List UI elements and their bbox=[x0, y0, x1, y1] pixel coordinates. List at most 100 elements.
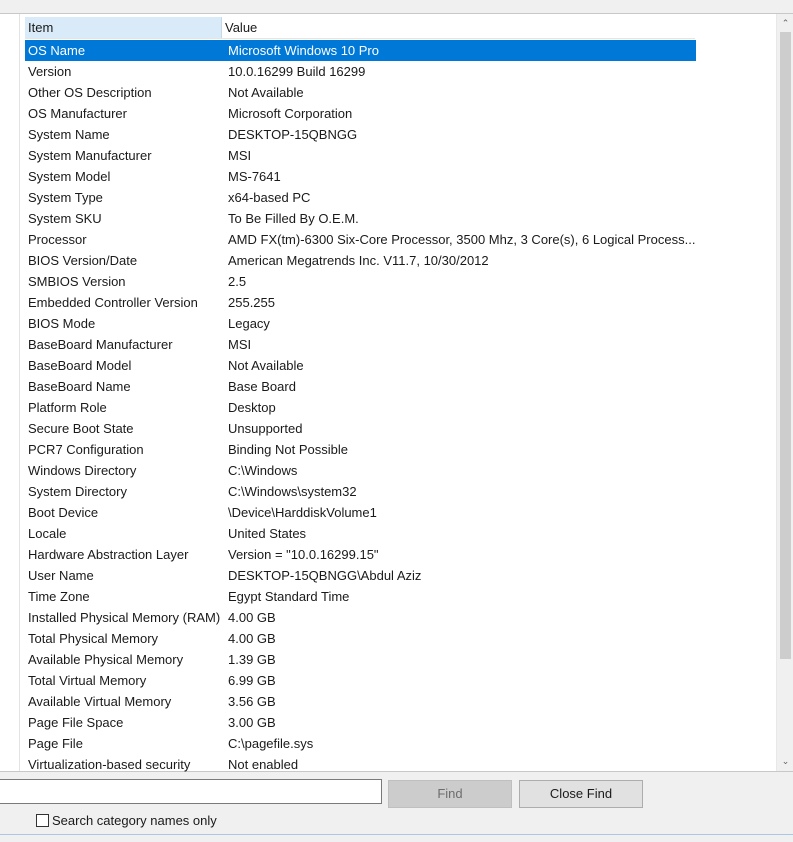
row-value-cell: MSI bbox=[228, 148, 252, 163]
column-header-item[interactable]: Item bbox=[25, 17, 222, 38]
table-row[interactable]: Total Physical Memory 4.00 GB bbox=[25, 628, 696, 649]
table-row[interactable]: Hardware Abstraction Layer Version = "10.… bbox=[25, 544, 696, 565]
row-item-cell: BaseBoard Name bbox=[28, 379, 131, 394]
row-value-cell: 6.99 GB bbox=[228, 673, 276, 688]
row-item-cell: Processor bbox=[28, 232, 87, 247]
close-find-button[interactable]: Close Find bbox=[519, 780, 643, 808]
row-item-cell: System SKU bbox=[28, 211, 102, 226]
table-row[interactable]: Virtualization-based security Not enabled bbox=[25, 754, 696, 775]
table-row[interactable]: Boot Device \Device\HarddiskVolume1 bbox=[25, 502, 696, 523]
search-category-names-label: Search category names only bbox=[52, 812, 217, 828]
search-category-names-checkbox[interactable] bbox=[36, 813, 49, 827]
row-value-cell: C:\Windows\system32 bbox=[228, 484, 357, 499]
table-row[interactable]: OS Manufacturer Microsoft Corporation bbox=[25, 103, 696, 124]
chevron-down-icon[interactable]: ⌄ bbox=[777, 753, 793, 770]
row-value-cell: Unsupported bbox=[228, 421, 303, 436]
find-button[interactable]: Find bbox=[388, 780, 512, 808]
table-row[interactable]: BIOS Version/Date American Megatrends Inc… bbox=[25, 250, 696, 271]
table-row[interactable]: System SKU To Be Filled By O.E.M. bbox=[25, 208, 696, 229]
find-what-input[interactable] bbox=[0, 779, 382, 804]
table-row[interactable]: BaseBoard Model Not Available bbox=[25, 355, 696, 376]
row-value-cell: 4.00 GB bbox=[228, 631, 276, 646]
table-row[interactable]: System Directory C:\Windows\system32 bbox=[25, 481, 696, 502]
row-value-cell: 3.56 GB bbox=[228, 694, 276, 709]
table-row[interactable]: Available Virtual Memory 3.56 GB bbox=[25, 691, 696, 712]
table-row[interactable]: Page File C:\pagefile.sys bbox=[25, 733, 696, 754]
table-row[interactable]: System Model MS-7641 bbox=[25, 166, 696, 187]
column-header-value[interactable]: Value bbox=[222, 17, 695, 38]
table-row[interactable]: System Name DESKTOP-15QBNGG bbox=[25, 124, 696, 145]
row-item-cell: OS Name bbox=[28, 43, 86, 58]
row-value-cell: Version = "10.0.16299.15" bbox=[228, 547, 379, 562]
table-row[interactable]: System Type x64-based PC bbox=[25, 187, 696, 208]
table-row[interactable]: BaseBoard Name Base Board bbox=[25, 376, 696, 397]
row-value-cell: Egypt Standard Time bbox=[228, 589, 350, 604]
row-item-cell: Virtualization-based security bbox=[28, 757, 191, 772]
panel-divider bbox=[19, 14, 20, 771]
row-item-cell: User Name bbox=[28, 568, 94, 583]
row-value-cell: 4.00 GB bbox=[228, 610, 276, 625]
row-value-cell: DESKTOP-15QBNGG\Abdul Aziz bbox=[228, 568, 422, 583]
table-row[interactable]: Locale United States bbox=[25, 523, 696, 544]
row-value-cell: C:\pagefile.sys bbox=[228, 736, 314, 751]
row-value-cell: American Megatrends Inc. V11.7, 10/30/20… bbox=[228, 253, 489, 268]
row-value-cell: 255.255 bbox=[228, 295, 275, 310]
row-item-cell: System Type bbox=[28, 190, 103, 205]
table-row[interactable]: OS Name Microsoft Windows 10 Pro bbox=[25, 40, 696, 61]
row-item-cell: System Name bbox=[28, 127, 110, 142]
table-row[interactable]: BaseBoard Manufacturer MSI bbox=[25, 334, 696, 355]
scrollbar-thumb[interactable] bbox=[780, 32, 791, 659]
table-row[interactable]: Other OS Description Not Available bbox=[25, 82, 696, 103]
row-value-cell: 3.00 GB bbox=[228, 715, 276, 730]
row-item-cell: BIOS Version/Date bbox=[28, 253, 138, 268]
row-value-cell: Not Available bbox=[228, 85, 304, 100]
row-item-cell: BaseBoard Manufacturer bbox=[28, 337, 173, 352]
row-item-cell: Platform Role bbox=[28, 400, 107, 415]
row-item-cell: PCR7 Configuration bbox=[28, 442, 144, 457]
table-row[interactable]: Page File Space 3.00 GB bbox=[25, 712, 696, 733]
search-category-names-option[interactable]: Search category names only bbox=[36, 812, 217, 828]
row-value-cell: Not Available bbox=[228, 358, 304, 373]
table-row[interactable]: Time Zone Egypt Standard Time bbox=[25, 586, 696, 607]
row-item-cell: SMBIOS Version bbox=[28, 274, 126, 289]
table-row[interactable]: Windows Directory C:\Windows bbox=[25, 460, 696, 481]
table-row[interactable]: SMBIOS Version 2.5 bbox=[25, 271, 696, 292]
chevron-up-icon[interactable]: ⌃ bbox=[777, 15, 793, 32]
system-summary-list[interactable]: Item Value OS Name Microsoft Windows 10 P… bbox=[0, 13, 793, 772]
row-item-cell: Hardware Abstraction Layer bbox=[28, 547, 189, 562]
row-item-cell: Page File Space bbox=[28, 715, 124, 730]
row-item-cell: Time Zone bbox=[28, 589, 90, 604]
row-item-cell: OS Manufacturer bbox=[28, 106, 127, 121]
row-value-cell: Legacy bbox=[228, 316, 270, 331]
table-row[interactable]: Secure Boot State Unsupported bbox=[25, 418, 696, 439]
table-row[interactable]: PCR7 Configuration Binding Not Possible bbox=[25, 439, 696, 460]
row-value-cell: Desktop bbox=[228, 400, 276, 415]
row-value-cell: MS-7641 bbox=[228, 169, 281, 184]
table-row[interactable]: Total Virtual Memory 6.99 GB bbox=[25, 670, 696, 691]
table-row[interactable]: BIOS Mode Legacy bbox=[25, 313, 696, 334]
table-row[interactable]: Processor AMD FX(tm)-6300 Six-Core Proces… bbox=[25, 229, 696, 250]
table-row[interactable]: Platform Role Desktop bbox=[25, 397, 696, 418]
row-item-cell: Windows Directory bbox=[28, 463, 137, 478]
row-item-cell: Available Physical Memory bbox=[28, 652, 184, 667]
row-value-cell: x64-based PC bbox=[228, 190, 311, 205]
row-value-cell: United States bbox=[228, 526, 307, 541]
table-row[interactable]: Version 10.0.16299 Build 16299 bbox=[25, 61, 696, 82]
table-row[interactable]: Installed Physical Memory (RAM) 4.00 GB bbox=[25, 607, 696, 628]
row-item-cell: System Manufacturer bbox=[28, 148, 152, 163]
row-value-cell: DESKTOP-15QBNGG bbox=[228, 127, 358, 142]
table-row[interactable]: User Name DESKTOP-15QBNGG\Abdul Aziz bbox=[25, 565, 696, 586]
vertical-scrollbar[interactable]: ⌃ ⌄ bbox=[776, 14, 793, 771]
row-item-cell: Total Virtual Memory bbox=[28, 673, 147, 688]
row-item-cell: Available Virtual Memory bbox=[28, 694, 172, 709]
row-value-cell: 2.5 bbox=[228, 274, 247, 289]
table-row[interactable]: System Manufacturer MSI bbox=[25, 145, 696, 166]
row-item-cell: Boot Device bbox=[28, 505, 99, 520]
row-value-cell: MSI bbox=[228, 337, 252, 352]
row-value-cell: Base Board bbox=[228, 379, 296, 394]
table-row[interactable]: Available Physical Memory 1.39 GB bbox=[25, 649, 696, 670]
table-row[interactable]: Embedded Controller Version 255.255 bbox=[25, 292, 696, 313]
row-value-cell: C:\Windows bbox=[228, 463, 298, 478]
row-value-cell: \Device\HarddiskVolume1 bbox=[228, 505, 377, 520]
row-item-cell: BIOS Mode bbox=[28, 316, 96, 331]
